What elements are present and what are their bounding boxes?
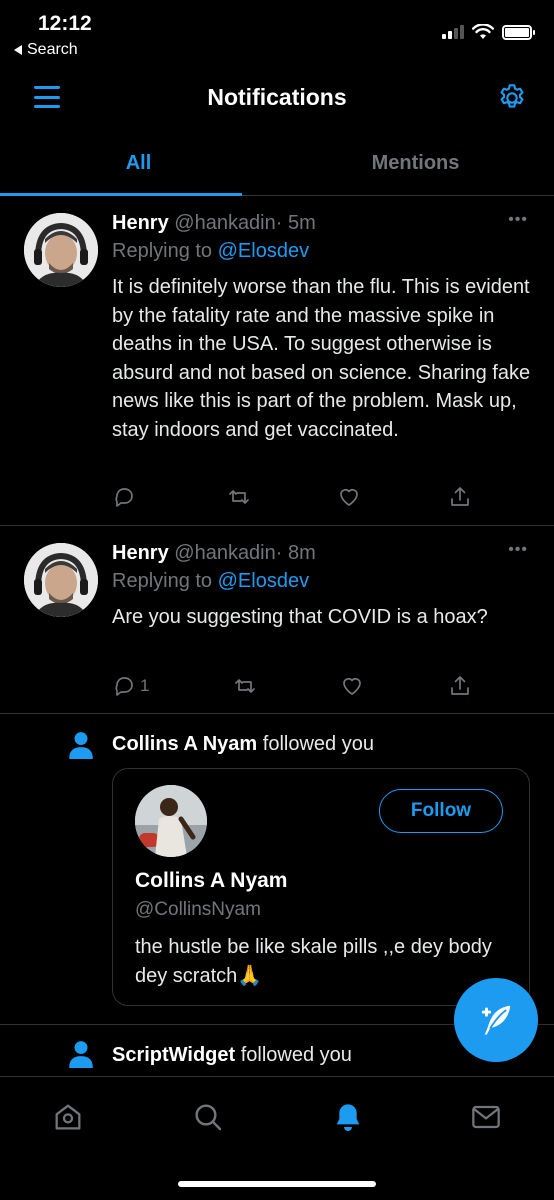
status-time: 12:12 — [38, 12, 92, 35]
card-name[interactable]: Collins A Nyam — [135, 869, 287, 893]
retweet-button[interactable] — [227, 485, 251, 509]
cellular-signal-icon — [442, 25, 464, 39]
avatar[interactable] — [24, 543, 98, 617]
heart-icon — [340, 489, 359, 506]
share-button[interactable] — [448, 485, 472, 509]
wifi-icon — [472, 24, 494, 39]
person-icon — [69, 1041, 93, 1068]
person-icon — [69, 732, 93, 759]
tab-all[interactable]: All — [0, 130, 277, 196]
replying-to: Replying to @Elosdev — [112, 240, 310, 262]
header: Notifications — [0, 70, 554, 128]
back-arrow-icon — [14, 45, 22, 55]
author-handle: @hankadin — [174, 542, 276, 564]
compose-feather-icon — [481, 1005, 511, 1036]
reply-icon — [115, 488, 133, 507]
user-card[interactable]: Follow Collins A Nyam @CollinsNyam the h… — [112, 768, 530, 1006]
author-name[interactable]: Henry — [112, 212, 169, 234]
tweet-actions: 1 — [112, 674, 472, 698]
like-button[interactable] — [340, 674, 364, 698]
nav-messages[interactable] — [468, 1099, 504, 1135]
like-button[interactable] — [337, 485, 361, 509]
tweet-text: Are you suggesting that COVID is a hoax? — [112, 606, 488, 628]
retweet-icon — [228, 490, 249, 504]
retweet-icon — [235, 679, 255, 693]
compose-tweet-button[interactable] — [454, 978, 538, 1062]
home-indicator — [178, 1181, 376, 1187]
system-icons — [442, 24, 535, 40]
heart-icon — [343, 678, 362, 695]
nav-home[interactable] — [50, 1099, 86, 1135]
share-button[interactable] — [448, 674, 472, 698]
tab-mentions[interactable]: Mentions — [277, 130, 554, 195]
back-label: Search — [27, 41, 78, 58]
status-bar: 12:12 Search — [0, 0, 554, 70]
retweet-button[interactable] — [233, 674, 257, 698]
nav-search[interactable] — [190, 1099, 226, 1135]
follow-text: Collins A Nyam followed you — [112, 733, 374, 755]
author-name[interactable]: Henry — [112, 542, 169, 564]
reply-tweet[interactable]: ••• Henry @hankadin· 5m Replying to @Elo… — [0, 197, 554, 526]
notification-tabs: All Mentions — [0, 130, 554, 196]
mention-link[interactable]: @Elosdev — [218, 240, 309, 262]
avatar[interactable] — [24, 213, 98, 287]
back-to-search[interactable]: Search — [14, 41, 78, 59]
messages-icon — [472, 1105, 500, 1129]
reply-button[interactable] — [112, 485, 140, 509]
follow-text: ScriptWidget followed you — [112, 1044, 352, 1066]
avatar[interactable] — [135, 785, 207, 857]
reply-icon — [115, 677, 133, 696]
reply-count: 1 — [140, 676, 150, 695]
search-icon — [195, 1104, 222, 1131]
tweet-actions — [112, 485, 472, 509]
notifications-bell-icon — [336, 1104, 360, 1131]
share-icon — [451, 676, 469, 695]
follower-name[interactable]: ScriptWidget — [112, 1044, 235, 1066]
author-handle: @hankadin — [174, 212, 276, 234]
settings-gear-icon[interactable] — [496, 82, 528, 114]
nav-notifications[interactable] — [330, 1099, 366, 1135]
tweet-text: It is definitely worse than the flu. Thi… — [112, 276, 531, 441]
reply-button[interactable]: 1 — [112, 674, 149, 698]
card-bio: the hustle be like skale pills ,,e dey b… — [135, 936, 492, 987]
mention-link[interactable]: @Elosdev — [218, 570, 309, 592]
tweet-time: · 8m — [275, 542, 316, 564]
share-icon — [451, 487, 469, 506]
follow-button[interactable]: Follow — [379, 789, 503, 833]
page-title: Notifications — [207, 84, 347, 110]
follower-name[interactable]: Collins A Nyam — [112, 733, 257, 755]
home-icon — [55, 1104, 81, 1130]
replying-to: Replying to @Elosdev — [112, 570, 310, 592]
tweet-time: · 5m — [275, 212, 316, 234]
card-handle: @CollinsNyam — [135, 899, 261, 920]
reply-tweet[interactable]: ••• Henry @hankadin· 8m Replying to @Elo… — [0, 527, 554, 714]
battery-icon — [502, 24, 535, 40]
